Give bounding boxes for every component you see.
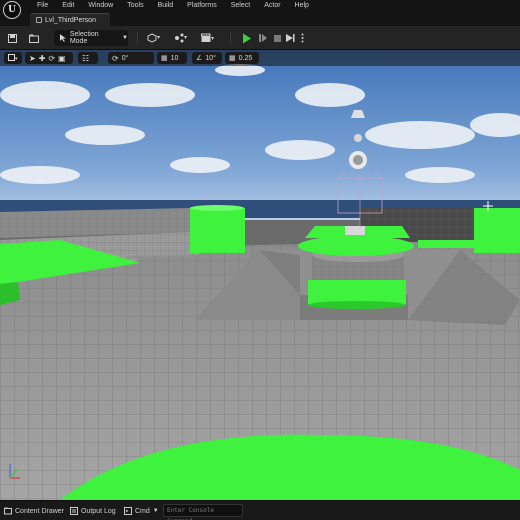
svg-text:▾: ▾ (211, 36, 214, 42)
cinematics-icon[interactable]: ▾ (199, 31, 217, 45)
transform-tools: ➤ ✚ ⟳ ▣ (25, 52, 73, 64)
menu-actor[interactable]: Actor (257, 0, 287, 12)
drawer-icon (4, 507, 12, 515)
menu-items: File Edit Window Tools Build Platforms S… (30, 0, 316, 12)
angle-snap-icon: ∠ (196, 55, 203, 62)
scale-snap-icon: ▦ (229, 55, 236, 62)
grid-snap-value: 10 (170, 54, 179, 62)
menu-help[interactable]: Help (288, 0, 316, 12)
console-command-input[interactable]: Enter Console Command (163, 504, 243, 520)
terminal-icon (124, 507, 132, 515)
output-log-label: Output Log (81, 507, 116, 515)
content-drawer-button[interactable]: Content Drawer (4, 504, 64, 518)
menu-file[interactable]: File (30, 0, 55, 12)
chevron-down-icon: ▼ (122, 35, 128, 41)
cmd-label: Cmd (135, 507, 150, 515)
transform-mode-button[interactable]: ▾ (4, 52, 22, 64)
scale-tool-icon[interactable]: ▣ (58, 54, 66, 63)
toolbar-divider (230, 32, 231, 44)
player-start[interactable] (345, 226, 365, 235)
menu-select[interactable]: Select (224, 0, 257, 12)
menu-window[interactable]: Window (81, 0, 120, 12)
blueprint-icon[interactable]: ▾ (172, 31, 190, 45)
angle-snap-value: 10° (205, 54, 216, 62)
pause-icon[interactable] (257, 31, 269, 45)
green-disc (298, 236, 414, 256)
rotate-snap-icon: ⟳ (112, 53, 119, 63)
scale-snap-value: 0.25 (238, 54, 253, 62)
main-toolbar: Selection Mode ▼ ▾ ▾ ▾ (0, 26, 520, 50)
level-viewport[interactable]: ▾ ➤ ✚ ⟳ ▣ ☷ ⟳ 0° ▦ 10 ∠ 10° ▦ 0.25 (0, 50, 520, 500)
save-icon[interactable] (6, 31, 18, 45)
rotation-snap-value: 0° (121, 54, 129, 62)
play-icon[interactable] (241, 31, 253, 45)
level-icon (36, 17, 42, 23)
viewport-toolbar: ▾ ➤ ✚ ⟳ ▣ ☷ ⟳ 0° ▦ 10 ∠ 10° ▦ 0.25 (0, 50, 520, 66)
cmd-button[interactable]: Cmd ▼ (124, 504, 159, 518)
audio-icon (354, 134, 362, 142)
content-drawer-label: Content Drawer (15, 507, 65, 515)
cursor-icon (59, 34, 66, 42)
rotation-snap-button[interactable]: ⟳ 0° (108, 52, 154, 64)
svg-text:▾: ▾ (157, 35, 160, 41)
toolbar-divider (137, 32, 138, 44)
scale-snap-button[interactable]: ▦ 0.25 (225, 52, 259, 64)
grid-snap-button[interactable]: ▦ 10 (157, 52, 187, 64)
content-browser-icon[interactable] (28, 31, 40, 45)
unreal-logo-icon[interactable]: U (3, 1, 21, 19)
more-options-icon[interactable] (297, 31, 307, 45)
grid-snap-icon: ▦ (161, 55, 168, 62)
menu-bar: U File Edit Window Tools Build Platforms… (0, 0, 520, 19)
selection-mode-button[interactable]: Selection Mode ▼ (54, 30, 128, 46)
green-pillar-right (474, 208, 520, 253)
move-tool-icon[interactable]: ✚ (39, 54, 46, 63)
tab-level[interactable]: Lvl_ThirdPerson (30, 13, 110, 26)
log-icon (70, 507, 78, 515)
stop-icon[interactable] (271, 31, 283, 45)
svg-text:▾: ▾ (15, 56, 18, 62)
eject-icon[interactable] (284, 31, 296, 45)
menu-build[interactable]: Build (151, 0, 181, 12)
status-bar: Content Drawer Output Log Cmd ▼ Enter Co… (0, 500, 520, 520)
menu-platforms[interactable]: Platforms (180, 0, 224, 12)
svg-text:▾: ▾ (184, 35, 187, 41)
viewport-scene (0, 50, 520, 500)
menu-edit[interactable]: Edit (55, 0, 81, 12)
selection-mode-label: Selection Mode (69, 31, 99, 45)
tab-row: Lvl_ThirdPerson (0, 12, 520, 26)
select-tool-icon[interactable]: ➤ (29, 54, 36, 63)
world-space-icon[interactable]: ☷ (78, 52, 98, 64)
menu-tools[interactable]: Tools (120, 0, 150, 12)
level-tab-label: Lvl_ThirdPerson (45, 16, 96, 24)
green-pillar-back (190, 208, 245, 253)
chevron-down-icon: ▼ (152, 508, 159, 514)
output-log-button[interactable]: Output Log (70, 504, 116, 518)
add-actor-icon[interactable]: ▾ (145, 31, 163, 45)
rotate-tool-icon[interactable]: ⟳ (48, 54, 55, 63)
angle-snap-button[interactable]: ∠ 10° (192, 52, 222, 64)
